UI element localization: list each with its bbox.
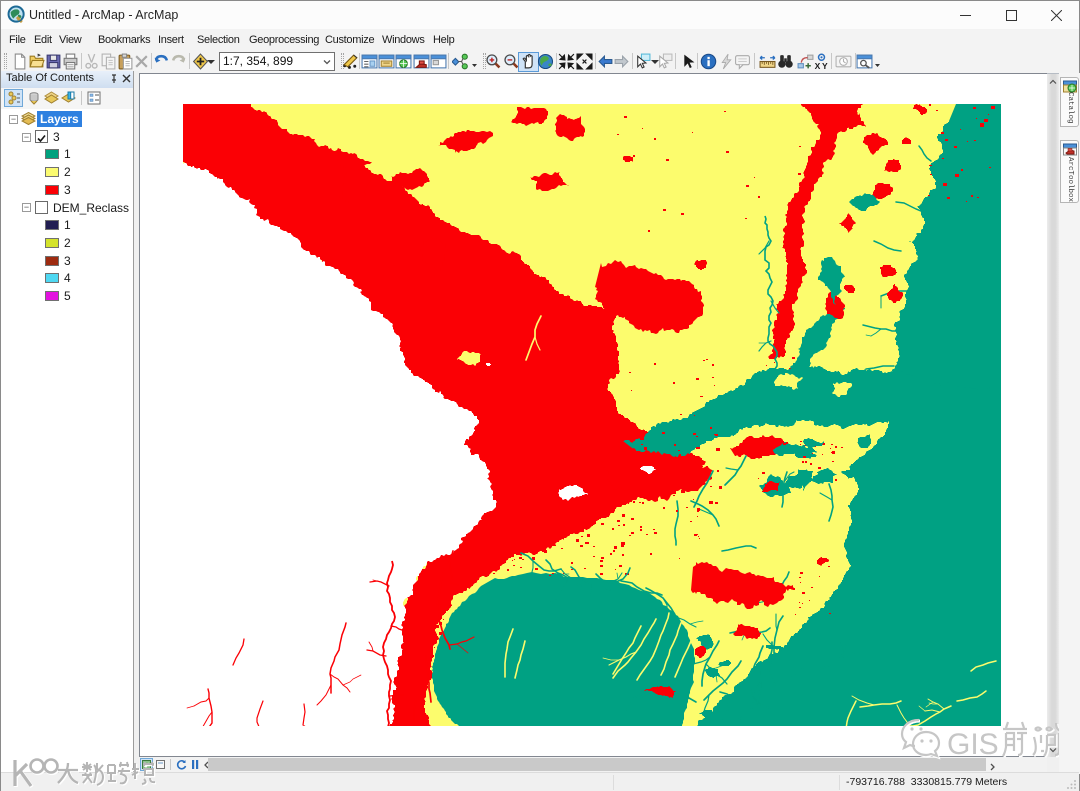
svg-text:GIS: GIS [947, 728, 999, 761]
svg-text:Y: Y [822, 61, 828, 70]
svg-text:X: X [815, 61, 821, 70]
